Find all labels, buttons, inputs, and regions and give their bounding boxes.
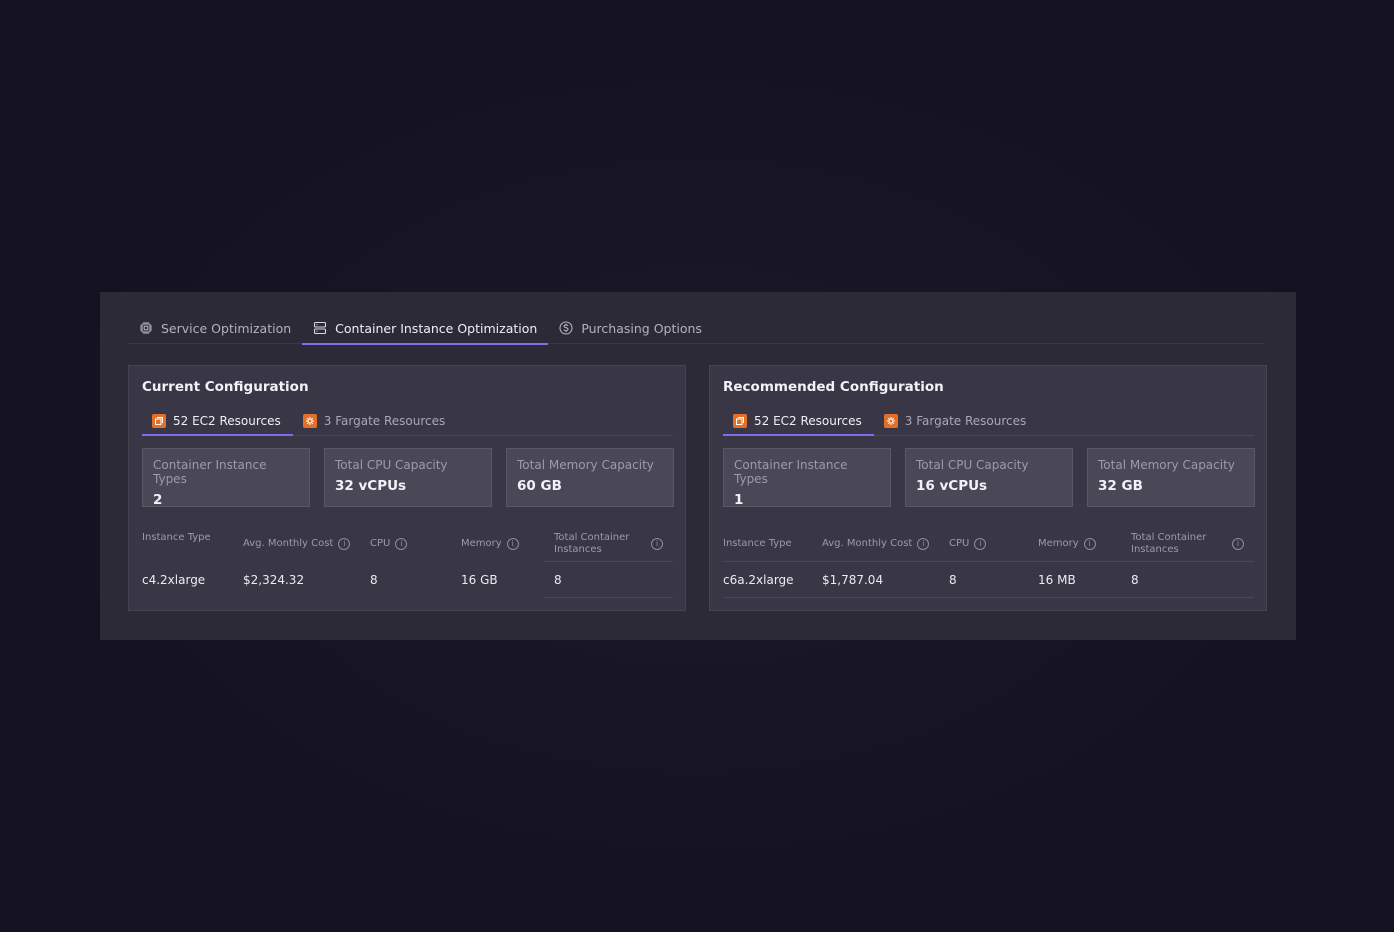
stat-label: Total CPU Capacity — [916, 458, 1029, 472]
stat-container-instance-types: Container Instance Types 2 — [142, 448, 310, 508]
stat-total-cpu-capacity: Total CPU Capacity 32 vCPUs — [324, 448, 492, 507]
resource-tabs: 52 EC2 Resources 3 Fargate Resources — [723, 406, 1254, 436]
header-instance-type: Instance Type — [142, 532, 243, 544]
tab-label: Purchasing Options — [581, 320, 702, 336]
cell-memory: 16 GB — [461, 573, 498, 587]
instance-table: Instance Type Avg. Monthly Cost i CPU i Me… — [723, 526, 1254, 598]
table-row: c4.2xlarge $2,324.32 8 16 GB 8 — [142, 562, 673, 598]
info-icon[interactable]: i — [974, 538, 987, 550]
subtab-label: 52 EC2 Resources — [754, 413, 862, 428]
cell-avg-monthly-cost: $1,787.04 — [822, 573, 884, 587]
stat-cards: Container Instance Types 2 Total CPU Cap… — [142, 448, 674, 508]
header-total-container-instances: Total Container Instances i — [554, 532, 673, 556]
stat-label: Container Instance Types — [734, 458, 848, 486]
subtab-label: 3 Fargate Resources — [323, 413, 446, 428]
header-avg-monthly-cost: Avg. Monthly Cost i — [243, 538, 370, 550]
header-label: Avg. Monthly Cost — [243, 538, 334, 549]
header-label: Memory — [1038, 538, 1079, 549]
cell-total-container-instances: 8 — [1131, 573, 1139, 587]
cell-instance-type: c4.2xlarge — [142, 573, 206, 587]
info-icon[interactable]: i — [506, 538, 519, 550]
chip-icon — [140, 322, 152, 334]
header-instance-type: Instance Type — [723, 538, 822, 550]
ec2-icon — [733, 413, 747, 428]
stat-value: 16 vCPUs — [916, 478, 988, 494]
tab-service-optimization[interactable]: Service Optimization — [128, 312, 302, 344]
header-cpu: CPU i — [370, 538, 461, 550]
dollar-icon — [559, 321, 573, 335]
cell-total-container-instances: 8 — [554, 573, 562, 587]
stat-value: 2 — [153, 492, 163, 508]
header-label: CPU — [949, 538, 970, 549]
tab-container-instance-optimization[interactable]: Container Instance Optimization — [302, 312, 549, 345]
subtab-fargate-resources[interactable]: 3 Fargate Resources — [874, 406, 1038, 435]
stat-value: 32 GB — [1098, 478, 1143, 494]
stat-value: 1 — [734, 492, 744, 508]
header-cpu: CPU i — [949, 538, 1038, 550]
info-icon[interactable]: i — [395, 538, 408, 550]
cell-instance-type: c6a.2xlarge — [723, 573, 794, 587]
subtab-label: 52 EC2 Resources — [173, 413, 281, 428]
header-total-container-instances: Total Container Instances i — [1131, 532, 1254, 556]
header-label: Instance Type — [142, 532, 211, 543]
resource-tabs: 52 EC2 Resources 3 Fargate Resources — [142, 406, 673, 436]
stat-container-instance-types: Container Instance Types 1 — [723, 448, 891, 508]
divider — [723, 597, 1254, 598]
header-label: CPU — [370, 538, 391, 549]
subtab-fargate-resources[interactable]: 3 Fargate Resources — [293, 406, 457, 435]
header-avg-monthly-cost: Avg. Monthly Cost i — [822, 538, 949, 550]
current-configuration-card: Current Configuration 52 EC2 Resources 3… — [128, 365, 686, 611]
header-label: Total Container Instances — [1131, 532, 1207, 555]
tab-purchasing-options[interactable]: Purchasing Options — [548, 312, 713, 344]
stat-total-cpu-capacity: Total CPU Capacity 16 vCPUs — [905, 448, 1073, 507]
subtab-label: 3 Fargate Resources — [904, 413, 1027, 428]
header-memory: Memory i — [1038, 538, 1131, 550]
table-header: Instance Type Avg. Monthly Cost i CPU i Me… — [142, 526, 673, 562]
header-memory: Memory i — [461, 538, 554, 550]
stat-label: Container Instance Types — [153, 458, 267, 486]
tab-bar: Service Optimization Container Instance … — [128, 312, 1264, 345]
cell-avg-monthly-cost: $2,324.32 — [243, 573, 305, 587]
cell-cpu: 8 — [949, 573, 957, 587]
stat-label: Total Memory Capacity — [1098, 458, 1235, 472]
tab-label: Service Optimization — [161, 320, 292, 336]
subtab-ec2-resources[interactable]: 52 EC2 Resources — [142, 406, 293, 436]
info-icon[interactable]: i — [338, 538, 351, 550]
subtab-ec2-resources[interactable]: 52 EC2 Resources — [723, 406, 874, 436]
stat-total-memory-capacity: Total Memory Capacity 32 GB — [1087, 448, 1255, 507]
info-icon[interactable]: i — [917, 538, 930, 550]
cell-memory: 16 MB — [1038, 573, 1076, 587]
stat-total-memory-capacity: Total Memory Capacity 60 GB — [506, 448, 674, 507]
stat-cards: Container Instance Types 1 Total CPU Cap… — [723, 448, 1255, 508]
fargate-icon — [883, 413, 898, 428]
info-icon[interactable]: i — [1083, 538, 1096, 550]
instance-table: Instance Type Avg. Monthly Cost i CPU i Me… — [142, 526, 673, 598]
fargate-icon — [302, 413, 317, 428]
stat-label: Total Memory Capacity — [517, 458, 654, 472]
cell-cpu: 8 — [370, 573, 378, 587]
optimization-panel: Service Optimization Container Instance … — [100, 292, 1296, 640]
stat-value: 32 vCPUs — [335, 478, 407, 494]
stat-value: 60 GB — [517, 478, 562, 494]
info-icon[interactable]: i — [1232, 538, 1244, 550]
tab-label: Container Instance Optimization — [335, 320, 538, 336]
header-label: Avg. Monthly Cost — [822, 538, 913, 549]
table-row: c6a.2xlarge $1,787.04 8 16 MB 8 — [723, 562, 1254, 598]
header-label: Total Container Instances — [554, 532, 630, 555]
divider — [544, 597, 673, 598]
info-icon[interactable]: i — [651, 538, 663, 550]
card-title: Recommended Configuration — [723, 379, 944, 395]
recommended-configuration-card: Recommended Configuration 52 EC2 Resourc… — [709, 365, 1267, 611]
header-label: Memory — [461, 538, 502, 549]
ec2-icon — [152, 413, 166, 428]
table-header: Instance Type Avg. Monthly Cost i CPU i Me… — [723, 526, 1254, 562]
server-icon — [314, 321, 327, 335]
header-label: Instance Type — [723, 538, 792, 549]
stat-label: Total CPU Capacity — [335, 458, 448, 472]
card-title: Current Configuration — [142, 379, 309, 395]
